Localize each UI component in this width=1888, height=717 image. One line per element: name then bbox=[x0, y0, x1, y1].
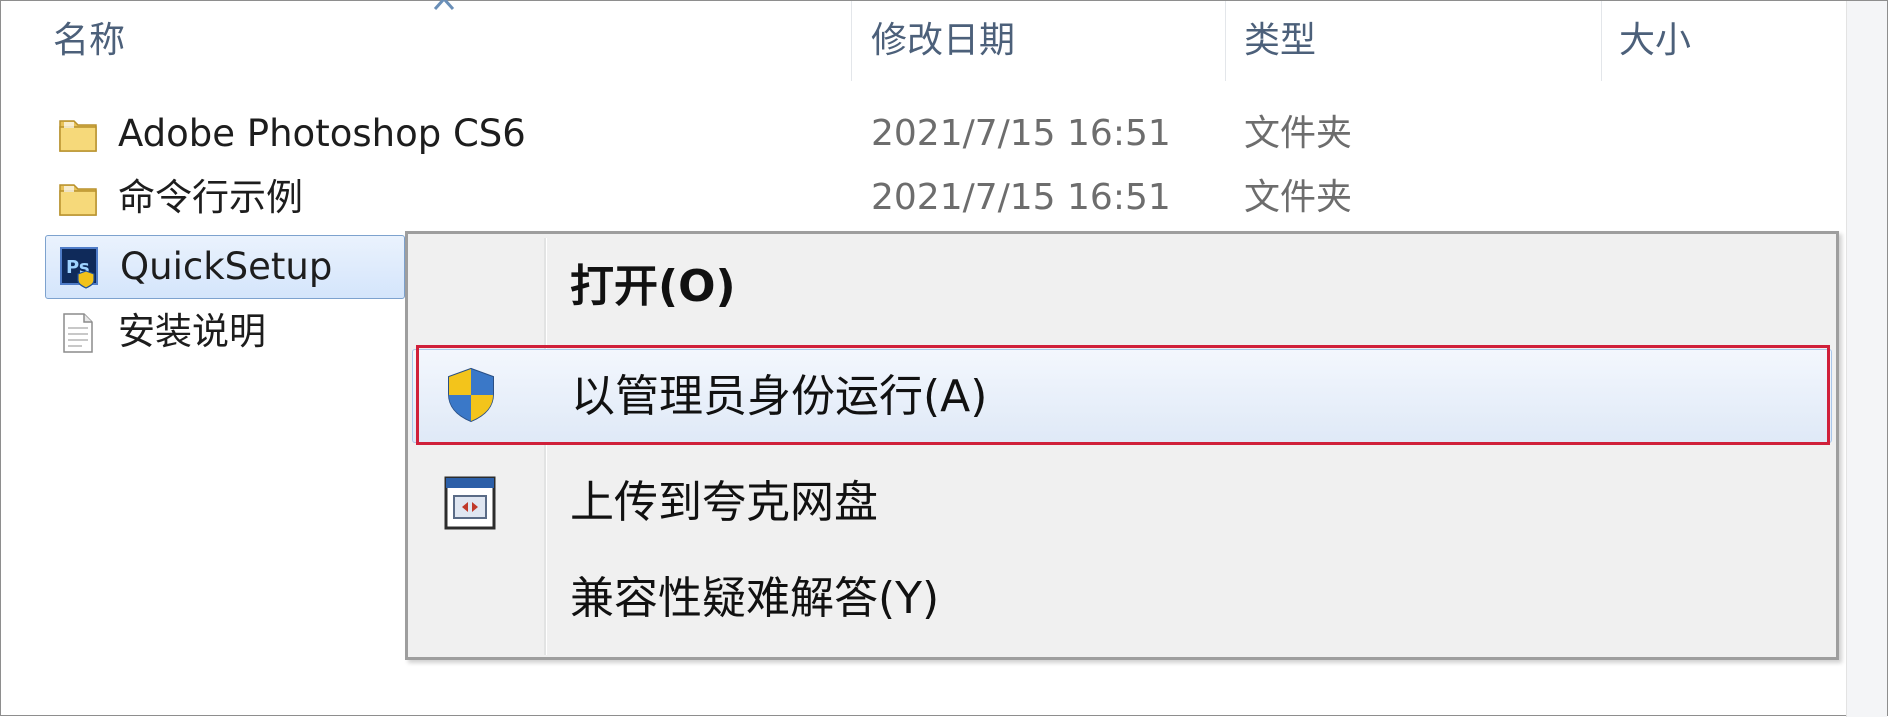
menu-item-run-as-admin[interactable]: 以管理员身份运行(A) bbox=[412, 349, 1832, 443]
column-separator[interactable] bbox=[1601, 1, 1602, 81]
upload-app-icon bbox=[444, 476, 496, 530]
file-name: Adobe Photoshop CS6 bbox=[118, 112, 526, 155]
menu-item-label: 打开(O) bbox=[570, 261, 736, 312]
file-type: 文件夹 bbox=[1244, 113, 1353, 154]
menu-item-open[interactable]: 打开(O) bbox=[412, 240, 1832, 334]
column-separator[interactable] bbox=[851, 1, 852, 81]
file-type: 文件夹 bbox=[1244, 177, 1353, 218]
sort-ascending-icon bbox=[433, 0, 455, 11]
file-modified: 2021/7/15 16:51 bbox=[871, 113, 1171, 154]
file-row[interactable]: 安装说明 bbox=[46, 301, 406, 363]
file-name: 安装说明 bbox=[118, 310, 266, 353]
column-header-modified[interactable]: 修改日期 bbox=[871, 1, 1015, 81]
folder-icon bbox=[59, 120, 97, 152]
photoshop-app-icon: Ps bbox=[60, 247, 98, 289]
menu-item-compatibility-troubleshoot[interactable]: 兼容性疑难解答(Y) bbox=[412, 552, 1832, 646]
file-name: QuickSetup bbox=[120, 245, 333, 288]
vertical-scrollbar[interactable] bbox=[1846, 1, 1887, 717]
uac-shield-icon bbox=[448, 367, 494, 423]
column-header-name[interactable]: 名称 bbox=[53, 1, 125, 81]
folder-icon bbox=[59, 184, 97, 216]
context-menu: 打开(O) 以管理员身份运行(A) 上传到夸克网盘 兼容性疑难解答(Y) bbox=[405, 231, 1839, 660]
menu-item-label: 上传到夸克网盘 bbox=[570, 477, 878, 528]
column-header-size[interactable]: 大小 bbox=[1619, 1, 1691, 81]
file-row[interactable]: 命令行示例 bbox=[46, 167, 806, 229]
column-header-type[interactable]: 类型 bbox=[1244, 1, 1316, 81]
menu-item-label: 以管理员身份运行(A) bbox=[571, 371, 988, 422]
file-modified: 2021/7/15 16:51 bbox=[871, 177, 1171, 218]
column-header-bar: 名称 修改日期 类型 大小 bbox=[1, 0, 1851, 81]
column-separator[interactable] bbox=[1225, 1, 1226, 81]
file-row-selected[interactable]: Ps QuickSetup bbox=[45, 235, 405, 299]
file-name: 命令行示例 bbox=[118, 176, 303, 219]
text-document-icon bbox=[63, 313, 93, 353]
file-row[interactable]: Adobe Photoshop CS6 bbox=[46, 103, 806, 165]
menu-item-label: 兼容性疑难解答(Y) bbox=[570, 573, 940, 624]
menu-item-upload-quark-drive[interactable]: 上传到夸克网盘 bbox=[412, 456, 1832, 550]
